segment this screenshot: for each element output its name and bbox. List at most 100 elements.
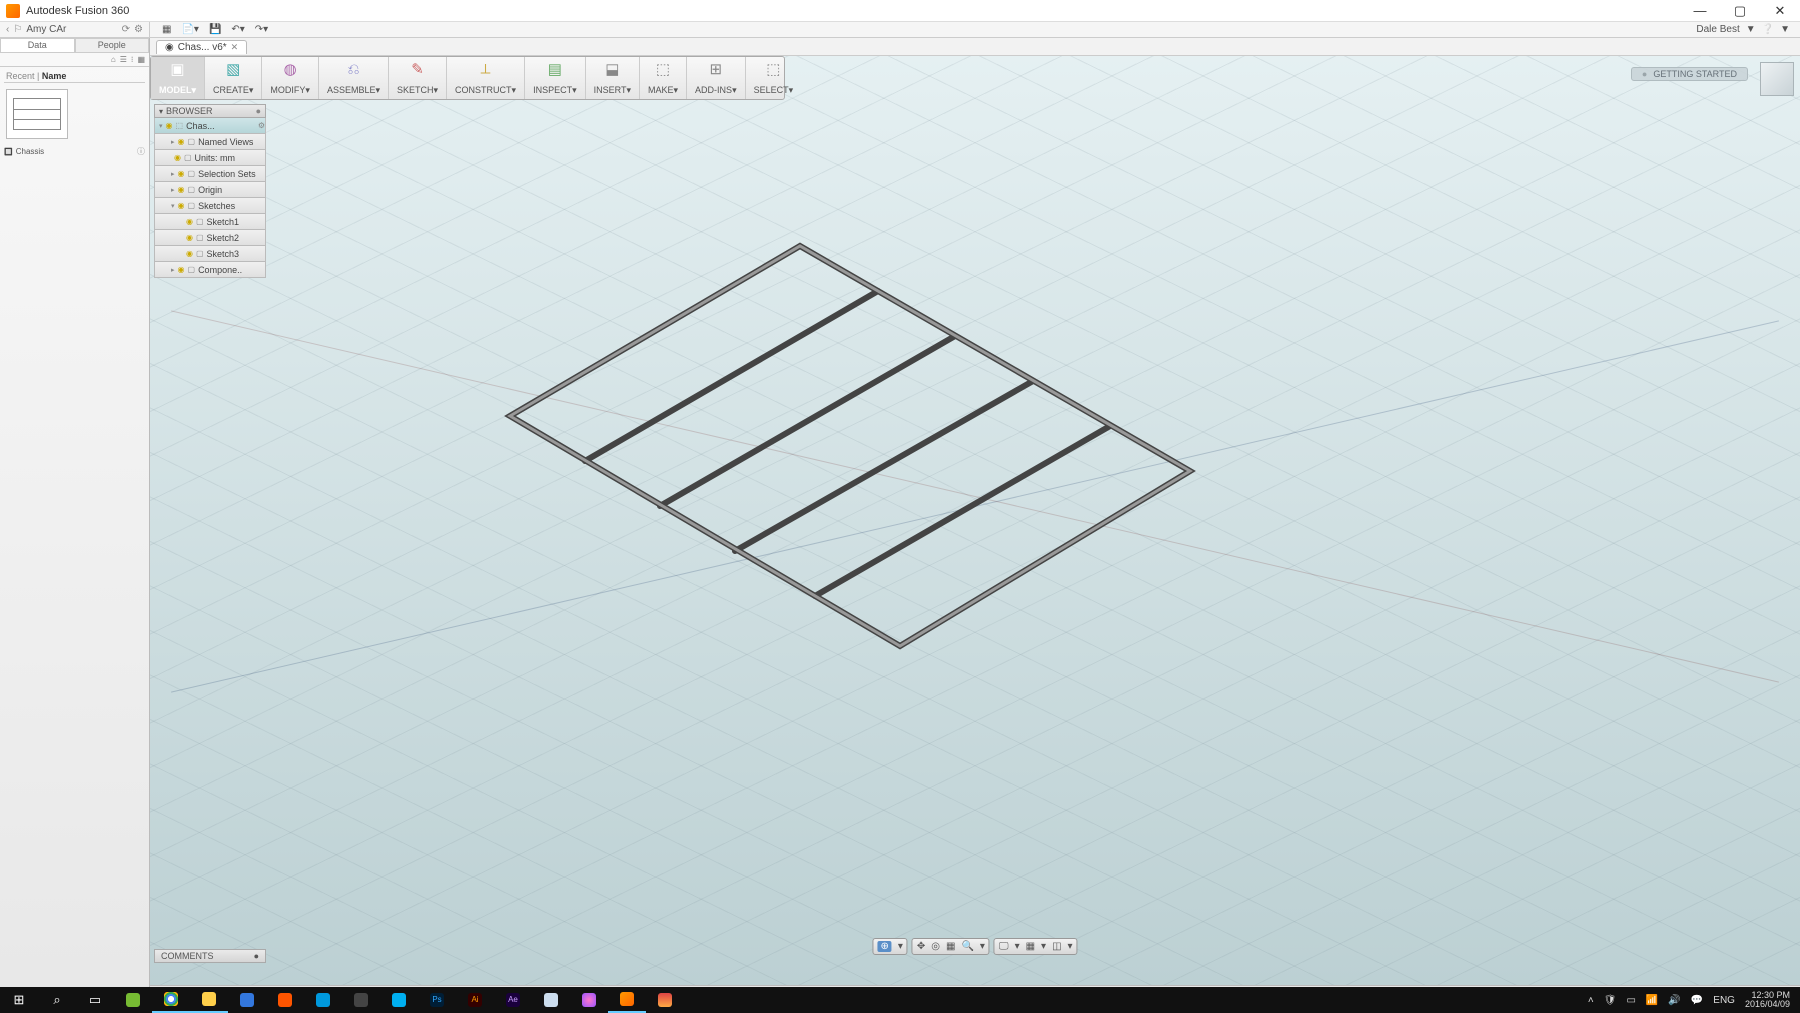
maximize-button[interactable]: ▢ (1720, 0, 1760, 22)
expand-icon[interactable]: ▾ (171, 202, 175, 210)
taskbar-app[interactable] (114, 987, 152, 1013)
zoom-button[interactable]: 🔍 (961, 941, 973, 952)
tree-menu-icon[interactable]: ⚙ (258, 121, 265, 130)
visibility-icon[interactable]: ◉ (178, 169, 185, 178)
browser-pin-icon[interactable]: ● (256, 106, 261, 116)
display-button[interactable]: 🖵 (999, 941, 1009, 952)
search-button[interactable]: ⌕ (38, 987, 76, 1013)
tree-root[interactable]: ▾ ◉ ⬚ Chas... ⚙ (154, 118, 266, 134)
taskbar-fusion[interactable] (608, 987, 646, 1013)
tray-shield-icon[interactable]: 🛡 (1604, 995, 1617, 1006)
taskbar-app[interactable] (646, 987, 684, 1013)
tree-row[interactable]: ◉▢Sketch2 (154, 230, 266, 246)
grid-icon[interactable]: ▦ (162, 24, 171, 35)
getting-started-button[interactable]: GETTING STARTED (1631, 67, 1748, 81)
gridsnap-button[interactable]: ▦ (1026, 941, 1035, 952)
taskbar-chrome[interactable] (152, 987, 190, 1013)
visibility-icon[interactable]: ◉ (178, 265, 185, 274)
expand-icon[interactable]: ▸ (171, 266, 175, 274)
tree-row[interactable]: ◉▢Sketch3 (154, 246, 266, 262)
taskbar-aftereffects[interactable]: Ae (494, 987, 532, 1013)
tray-lang[interactable]: ENG (1713, 995, 1735, 1006)
user-name[interactable]: Dale Best (1696, 24, 1739, 35)
taskbar-photoshop[interactable]: Ps (418, 987, 456, 1013)
help-icon[interactable]: ❔ (1762, 24, 1774, 35)
browser-header[interactable]: BROWSER ● (154, 104, 266, 118)
viewcube[interactable] (1760, 62, 1794, 96)
taskbar-calculator[interactable] (342, 987, 380, 1013)
tray-battery-icon[interactable]: ▭ (1626, 995, 1635, 1006)
view-home-icon[interactable]: ⌂ (111, 55, 116, 64)
visibility-icon[interactable]: ◉ (178, 185, 185, 194)
ribbon-construct[interactable]: ⟂CONSTRUCT▾ (447, 57, 525, 99)
minimize-button[interactable]: — (1680, 0, 1720, 22)
save-button[interactable]: 💾 (209, 24, 221, 35)
viewports-button[interactable]: ◫ (1052, 941, 1061, 952)
view-menu-icon[interactable]: ⁝ (131, 55, 134, 64)
tree-row[interactable]: ◉▢Sketch1 (154, 214, 266, 230)
workspace-selector[interactable]: ▣ MODEL▾ (151, 57, 205, 99)
taskbar-app[interactable] (228, 987, 266, 1013)
comments-bar[interactable]: COMMENTS ● (154, 949, 266, 963)
visibility-icon[interactable]: ◉ (186, 249, 193, 258)
orbit-dropdown-icon[interactable]: ▾ (898, 941, 903, 952)
taskbar-skype[interactable] (380, 987, 418, 1013)
visibility-icon[interactable]: ◉ (166, 121, 173, 130)
start-button[interactable]: ⊞ (0, 987, 38, 1013)
back-icon[interactable]: ‹ (6, 24, 9, 35)
tree-row[interactable]: ▸◉▢Origin (154, 182, 266, 198)
viewport-canvas[interactable]: GETTING STARTED BROWSER ● ▾ ◉ ⬚ Chas... … (150, 56, 1800, 987)
thumbnail-label[interactable]: Chassis ⓘ (0, 145, 149, 158)
expand-icon[interactable]: ▸ (171, 186, 175, 194)
taskbar-itunes[interactable] (570, 987, 608, 1013)
pan-button[interactable]: ✥ (917, 941, 925, 952)
document-tab[interactable]: ◉ Chas... v6* ✕ (156, 40, 247, 54)
close-button[interactable]: ✕ (1760, 0, 1800, 22)
tree-row[interactable]: ▾◉▢Sketches (154, 198, 266, 214)
tree-row[interactable]: ◉▢Units: mm (154, 150, 266, 166)
thumbnail-info-icon[interactable]: ⓘ (137, 146, 145, 157)
taskview-button[interactable]: ▭ (76, 987, 114, 1013)
data-tab-people[interactable]: People (75, 38, 150, 53)
tree-row[interactable]: ▸◉▢Selection Sets (154, 166, 266, 182)
ribbon-sketch[interactable]: ✎SKETCH▾ (389, 57, 447, 99)
tray-volume-icon[interactable]: 🔊 (1668, 995, 1680, 1006)
expand-icon[interactable]: ▸ (171, 138, 175, 146)
taskbar-illustrator[interactable]: Ai (456, 987, 494, 1013)
ribbon-select[interactable]: ⬚SELECT▾ (746, 57, 802, 99)
ribbon-assemble[interactable]: ⎌ASSEMBLE▾ (319, 57, 389, 99)
ribbon-insert[interactable]: ⬓INSERT▾ (586, 57, 640, 99)
tray-wifi-icon[interactable]: 📶 (1646, 995, 1658, 1006)
view-list-icon[interactable]: ☰ (120, 55, 127, 64)
tray-clock[interactable]: 12:30 PM 2016/04/09 (1745, 991, 1790, 1009)
user-dropdown-icon[interactable]: ▼ (1746, 24, 1756, 35)
thumbnail[interactable] (6, 89, 68, 139)
refresh-icon[interactable]: ⟳ (122, 24, 130, 35)
ribbon-make[interactable]: ⬚MAKE▾ (640, 57, 687, 99)
file-menu[interactable]: 📄▾ (181, 24, 198, 35)
visibility-icon[interactable]: ◉ (178, 201, 185, 210)
settings-icon[interactable]: ⚙ (134, 24, 143, 35)
taskbar-store[interactable] (304, 987, 342, 1013)
ribbon-create[interactable]: ▧CREATE▾ (205, 57, 262, 99)
tree-row[interactable]: ▸◉▢Compone.. (154, 262, 266, 278)
zoom-dropdown-icon[interactable]: ▾ (980, 941, 985, 952)
undo-button[interactable]: ↶▾ (231, 24, 244, 35)
orbit-button[interactable]: ⊕ (877, 941, 891, 952)
visibility-icon[interactable]: ◉ (178, 137, 185, 146)
tray-notifications-icon[interactable]: 💬 (1691, 995, 1703, 1006)
help-dropdown-icon[interactable]: ▼ (1780, 24, 1790, 35)
chassis-frame-model[interactable] (500, 226, 1200, 686)
expand-icon[interactable]: ▸ (171, 170, 175, 178)
ribbon-modify[interactable]: ◍MODIFY▾ (262, 57, 319, 99)
taskbar-notepad[interactable] (532, 987, 570, 1013)
data-tab-data[interactable]: Data (0, 38, 75, 53)
taskbar-app[interactable] (266, 987, 304, 1013)
tree-row[interactable]: ▸◉▢Named Views (154, 134, 266, 150)
redo-button[interactable]: ↷▾ (255, 24, 268, 35)
data-search[interactable]: Recent | Name (4, 69, 145, 83)
taskbar-explorer[interactable] (190, 987, 228, 1013)
expand-icon[interactable]: ▾ (159, 122, 163, 130)
tray-expand-icon[interactable]: ˄ (1588, 995, 1594, 1006)
constrained-orbit-button[interactable]: ◎ (931, 941, 940, 952)
